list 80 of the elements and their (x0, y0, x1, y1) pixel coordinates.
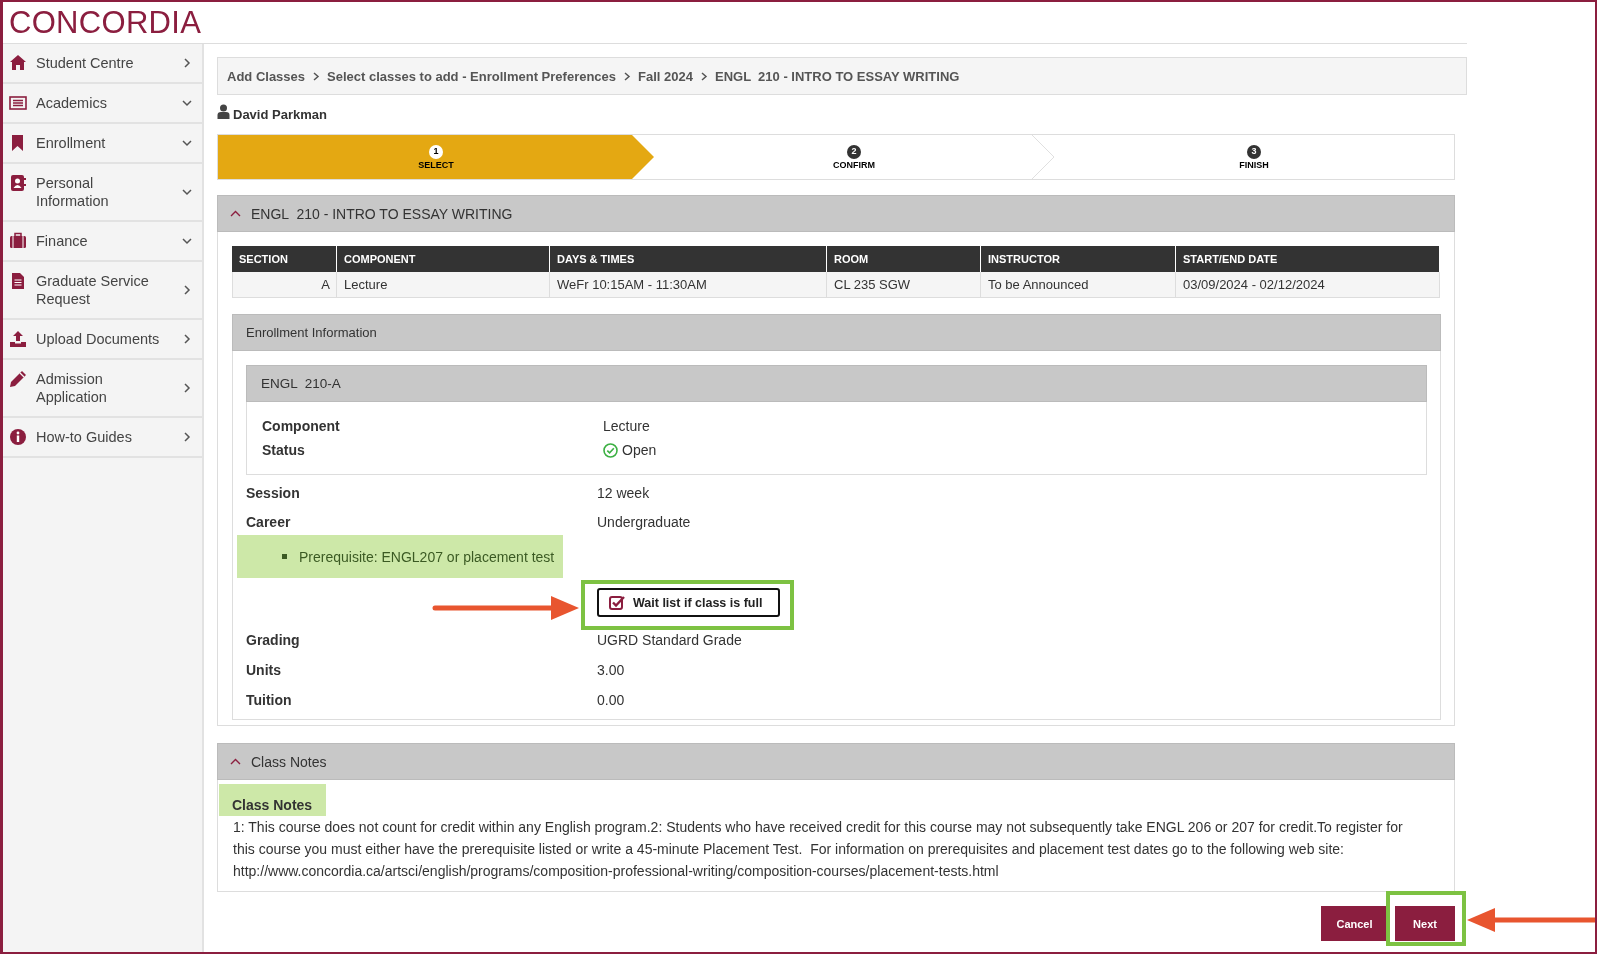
sidebar-item[interactable]: Admission Application (3, 360, 202, 418)
briefcase-icon (9, 232, 27, 250)
step-number: 3 (1247, 144, 1261, 159)
sidebar-item[interactable]: Academics (3, 84, 202, 124)
chevron-right-icon (700, 71, 708, 81)
chevron-right-icon (182, 58, 192, 68)
sidebar-item[interactable]: Student Centre (3, 44, 202, 84)
field-value: 12 week (597, 485, 650, 501)
status-value: Open (622, 442, 657, 458)
breadcrumb-link[interactable]: ENGL 210 - INTRO TO ESSAY WRITING (715, 68, 960, 84)
column-header: INSTRUCTOR (981, 246, 1176, 272)
pencil-icon (9, 370, 27, 388)
field-label: Tuition (246, 692, 293, 708)
document-icon (9, 272, 27, 290)
field-value: 3.00 (597, 662, 625, 678)
step-label: CONFIRM (833, 159, 875, 170)
chevron-right-icon (182, 432, 192, 442)
step-number: 1 (429, 144, 443, 159)
chevron-down-icon (182, 138, 192, 148)
logo: CONCORDIA (9, 7, 202, 38)
sidebar-item[interactable]: Finance (3, 222, 202, 262)
step-number: 2 (847, 144, 861, 159)
list-icon (9, 94, 27, 112)
field-label: Component (262, 418, 341, 434)
field-label: Grading (246, 632, 301, 648)
contact-card-icon (9, 174, 27, 192)
chevron-down-icon (182, 236, 192, 246)
chevron-down-icon (182, 98, 192, 108)
breadcrumb-link[interactable]: Select classes to add - Enrollment Preferences (327, 68, 617, 84)
home-icon (9, 54, 27, 72)
chevron-right-icon (182, 334, 192, 344)
column-header: ROOM (827, 246, 981, 272)
info-icon (9, 428, 27, 446)
next-button[interactable]: Next (1395, 906, 1455, 941)
chevron-right-icon (623, 71, 632, 81)
sidebar-item[interactable]: Graduate Service Request (3, 262, 202, 320)
check-circle-icon (603, 442, 618, 458)
field-value: UGRD Standard Grade (597, 632, 742, 648)
field-label: Session (246, 485, 301, 501)
field-value: Lecture (603, 418, 650, 434)
column-header: START/END DATE (1176, 246, 1440, 272)
sidebar-item[interactable]: Upload Documents (3, 320, 202, 360)
chevron-right-icon (182, 383, 192, 393)
table-cell: WeFr 10:15AM - 11:30AM (550, 272, 827, 298)
section-header: Enrollment Information (232, 314, 1441, 351)
field-label: Status (262, 442, 306, 458)
breadcrumb-link[interactable]: Add Classes (227, 68, 306, 84)
notes-text: 1: This course does not count for credit within any English program.2: Students who have received credit for this course may not subsequently take ENGL 206 or 207 for credit.To register for this course you must either have the prerequisite listed or write a 45-minute Placement Test. For information on prerequisites and placement test dates go to the following web site: http://www.concordia.ca/artsci/english/programs/composition-professional-writing/composition-courses/placement-tests.html (233, 818, 1404, 881)
bullet-icon (282, 554, 287, 559)
chevron-right-icon (312, 71, 321, 81)
person-icon (217, 104, 230, 119)
breadcrumb-link[interactable]: Fall 2024 (638, 68, 693, 84)
step-label: FINISH (1239, 159, 1269, 170)
table-cell: CL 235 SGW (827, 272, 981, 298)
table-cell: To be Announced (981, 272, 1176, 298)
prerequisite-text: Prerequisite: ENGL207 or placement test (299, 548, 555, 565)
step-label: SELECT (418, 159, 454, 170)
table-cell: 03/09/2024 - 02/12/2024 (1176, 272, 1440, 298)
sidebar-item[interactable]: Personal Information (3, 164, 202, 222)
notes-heading: Class Notes (219, 784, 327, 816)
table-cell: A (232, 272, 337, 298)
field-label: Career (246, 513, 292, 530)
panel-header[interactable]: ENGL 210 - INTRO TO ESSAY WRITING (217, 195, 1455, 232)
field-label: Units (246, 662, 282, 678)
panel-header[interactable]: Class Notes (217, 743, 1455, 780)
field-value: 0.00 (597, 692, 625, 708)
cancel-button[interactable]: Cancel (1321, 906, 1388, 941)
waitlist-checkbox-button[interactable]: Wait list if class is full (597, 588, 780, 617)
user-name: David Parkman (233, 107, 327, 122)
column-header: SECTION (232, 246, 337, 272)
chevron-down-icon (182, 187, 192, 197)
sidebar-item[interactable]: How-to Guides (3, 418, 202, 458)
section-header: ENGL 210-A (246, 365, 1427, 402)
table-cell: Lecture (337, 272, 550, 298)
field-value: Undergraduate (597, 513, 691, 530)
column-header: DAYS & TIMES (550, 246, 827, 272)
chevron-right-icon (182, 285, 192, 295)
column-header: COMPONENT (337, 246, 550, 272)
sidebar-item[interactable]: Enrollment (3, 124, 202, 164)
upload-icon (9, 330, 27, 348)
